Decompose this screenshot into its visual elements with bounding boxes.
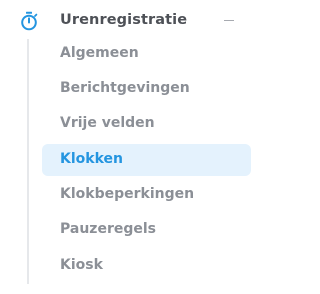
- nav-item-klokbeperkingen[interactable]: Klokbeperkingen: [42, 179, 251, 211]
- nav-item-label: Kiosk: [60, 257, 103, 273]
- nav-item-label: Klokken: [60, 151, 123, 167]
- nav-item-label: Pauzeregels: [60, 221, 156, 237]
- nav-item-label: Algemeen: [60, 45, 139, 61]
- nav-item-klokken-active[interactable]: Klokken: [42, 144, 251, 176]
- nav-sub-items: Algemeen Berichtgevingen Vrije velden Kl…: [0, 0, 265, 294]
- nav-item-label: Berichtgevingen: [60, 80, 190, 96]
- nav-item-algemeen[interactable]: Algemeen: [42, 38, 251, 70]
- nav-item-label: Klokbeperkingen: [60, 186, 195, 202]
- nav-item-vrije-velden[interactable]: Vrije velden: [42, 108, 251, 140]
- nav-item-pauzeregels[interactable]: Pauzeregels: [42, 214, 251, 246]
- settings-nav-group: Urenregistratie Algemeen Berichtgevingen…: [0, 0, 265, 294]
- nav-item-label: Vrije velden: [60, 115, 155, 131]
- nav-item-kiosk[interactable]: Kiosk: [42, 250, 251, 282]
- nav-item-berichtgevingen[interactable]: Berichtgevingen: [42, 73, 251, 105]
